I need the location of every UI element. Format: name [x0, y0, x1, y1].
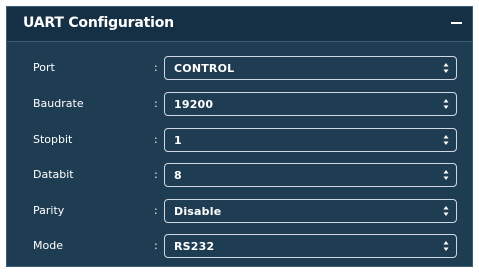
stopbit-select-value: 1 [174, 134, 182, 147]
stopbit-select[interactable]: 1 [164, 128, 457, 152]
stopbit-label: Stopbit [33, 133, 73, 146]
baudrate-select-value: 19200 [174, 98, 214, 111]
sort-updown-icon [443, 241, 449, 251]
sort-updown-icon [443, 170, 449, 180]
baudrate-label: Baudrate [33, 97, 84, 110]
databit-label: Databit [33, 168, 74, 181]
parity-select[interactable]: Disable [164, 199, 457, 223]
panel-header: UART Configuration [7, 7, 472, 42]
mode-select[interactable]: RS232 [164, 234, 457, 258]
databit-select-value: 8 [174, 169, 182, 182]
mode-label: Mode [33, 239, 63, 252]
label-separator: : [154, 97, 158, 110]
uart-configuration-panel: UART Configuration Port : CONTROL Baudra… [6, 6, 473, 267]
label-separator: : [154, 61, 158, 74]
field-row-mode: Mode : RS232 [7, 234, 472, 258]
parity-select-value: Disable [174, 205, 222, 218]
sort-updown-icon [443, 206, 449, 216]
port-select-value: CONTROL [174, 62, 235, 75]
port-label: Port [33, 61, 55, 74]
collapse-button[interactable] [451, 22, 462, 24]
label-separator: : [154, 204, 158, 217]
sort-updown-icon [443, 99, 449, 109]
baudrate-select[interactable]: 19200 [164, 92, 457, 116]
panel-title: UART Configuration [23, 15, 174, 31]
field-row-databit: Databit : 8 [7, 163, 472, 187]
field-row-parity: Parity : Disable [7, 199, 472, 223]
field-row-baudrate: Baudrate : 19200 [7, 92, 472, 116]
port-select[interactable]: CONTROL [164, 56, 457, 80]
label-separator: : [154, 133, 158, 146]
sort-updown-icon [443, 135, 449, 145]
field-row-stopbit: Stopbit : 1 [7, 128, 472, 152]
databit-select[interactable]: 8 [164, 163, 457, 187]
field-row-port: Port : CONTROL [7, 56, 472, 80]
mode-select-value: RS232 [174, 240, 215, 253]
label-separator: : [154, 168, 158, 181]
sort-updown-icon [443, 63, 449, 73]
label-separator: : [154, 239, 158, 252]
parity-label: Parity [33, 204, 65, 217]
